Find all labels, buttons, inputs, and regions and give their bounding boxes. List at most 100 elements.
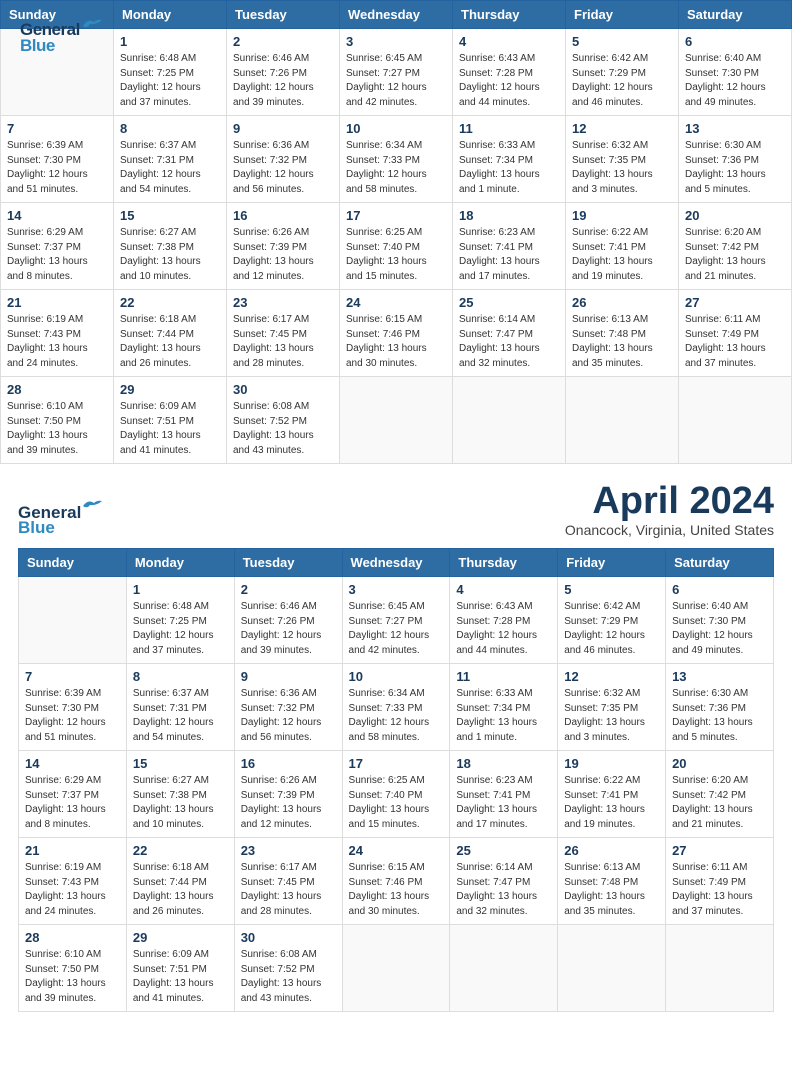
day-info: Sunrise: 6:46 AMSunset: 7:26 PMDaylight:…: [233, 52, 333, 110]
day-details: Sunrise: 6:36 AMSunset: 7:32 PMDaylight:…: [241, 687, 336, 745]
day-num: 15: [133, 756, 228, 771]
day-info: Sunrise: 6:10 AMSunset: 7:50 PMDaylight:…: [7, 400, 107, 458]
calendar-cell: 3Sunrise: 6:45 AMSunset: 7:27 PMDaylight…: [340, 29, 453, 116]
calendar-week-4: 21Sunrise: 6:19 AMSunset: 7:43 PMDayligh…: [1, 290, 792, 377]
calendar-cell: 29 Sunrise: 6:09 AMSunset: 7:51 PMDayligh…: [114, 377, 227, 464]
day-number: 18: [459, 208, 559, 223]
calendar-cell: [679, 377, 792, 464]
cal-cell: 1Sunrise: 6:48 AMSunset: 7:25 PMDaylight…: [126, 577, 234, 664]
day-details: Sunrise: 6:45 AMSunset: 7:27 PMDaylight:…: [349, 600, 444, 658]
location-subtitle: Onancock, Virginia, United States: [565, 522, 774, 538]
day-details: Sunrise: 6:08 AMSunset: 7:52 PMDaylight:…: [241, 948, 336, 1006]
day-num: 29: [133, 930, 228, 945]
day-details: Sunrise: 6:17 AMSunset: 7:45 PMDaylight:…: [241, 861, 336, 919]
cal-cell: 6Sunrise: 6:40 AMSunset: 7:30 PMDaylight…: [666, 577, 774, 664]
calendar-cell: 7Sunrise: 6:39 AMSunset: 7:30 PMDaylight…: [1, 116, 114, 203]
cal-cell: [558, 925, 666, 1012]
day-info: Sunrise: 6:29 AMSunset: 7:37 PMDaylight:…: [7, 226, 107, 284]
col-header-thursday: Thursday: [450, 549, 558, 577]
day-details: Sunrise: 6:18 AMSunset: 7:44 PMDaylight:…: [133, 861, 228, 919]
cal-cell: 18Sunrise: 6:23 AMSunset: 7:41 PMDayligh…: [450, 751, 558, 838]
day-details: Sunrise: 6:37 AMSunset: 7:31 PMDaylight:…: [133, 687, 228, 745]
cal-cell: 13Sunrise: 6:30 AMSunset: 7:36 PMDayligh…: [666, 664, 774, 751]
day-num: 1: [133, 582, 228, 597]
day-num: 22: [133, 843, 228, 858]
day-number: 16: [233, 208, 333, 223]
day-details: Sunrise: 6:15 AMSunset: 7:46 PMDaylight:…: [349, 861, 444, 919]
calendar-cell: 15Sunrise: 6:27 AMSunset: 7:38 PMDayligh…: [114, 203, 227, 290]
cal-cell: 29Sunrise: 6:09 AMSunset: 7:51 PMDayligh…: [126, 925, 234, 1012]
day-details: Sunrise: 6:39 AMSunset: 7:30 PMDaylight:…: [25, 687, 120, 745]
day-info: Sunrise: 6:27 AMSunset: 7:38 PMDaylight:…: [120, 226, 220, 284]
logo-bird-svg: [82, 17, 104, 32]
cal-cell: 21Sunrise: 6:19 AMSunset: 7:43 PMDayligh…: [19, 838, 127, 925]
calendar-cell: 8Sunrise: 6:37 AMSunset: 7:31 PMDaylight…: [114, 116, 227, 203]
cal-cell: 27Sunrise: 6:11 AMSunset: 7:49 PMDayligh…: [666, 838, 774, 925]
day-info: Sunrise: 6:08 AMSunset: 7:52 PMDaylight:…: [233, 400, 333, 458]
calendar-header-thursday: Thursday: [453, 1, 566, 29]
day-num: 2: [241, 582, 336, 597]
calendar-cell: 1Sunrise: 6:48 AMSunset: 7:25 PMDaylight…: [114, 29, 227, 116]
day-number: 29: [120, 382, 220, 397]
col-header-wednesday: Wednesday: [342, 549, 450, 577]
day-info: Sunrise: 6:36 AMSunset: 7:32 PMDaylight:…: [233, 139, 333, 197]
day-details: Sunrise: 6:14 AMSunset: 7:47 PMDaylight:…: [456, 861, 551, 919]
calendar-cell: 13 Sunrise: 6:30 AMSunset: 7:36 PMDayligh…: [679, 116, 792, 203]
day-details: Sunrise: 6:23 AMSunset: 7:41 PMDaylight:…: [456, 774, 551, 832]
calendar-week-3: 14Sunrise: 6:29 AMSunset: 7:37 PMDayligh…: [1, 203, 792, 290]
day-details: Sunrise: 6:20 AMSunset: 7:42 PMDaylight:…: [672, 774, 767, 832]
day-details: Sunrise: 6:43 AMSunset: 7:28 PMDaylight:…: [456, 600, 551, 658]
day-number: 22: [120, 295, 220, 310]
cal-cell: 14Sunrise: 6:29 AMSunset: 7:37 PMDayligh…: [19, 751, 127, 838]
calendar-cell: 26Sunrise: 6:13 AMSunset: 7:48 PMDayligh…: [566, 290, 679, 377]
cal-cell: 5Sunrise: 6:42 AMSunset: 7:29 PMDaylight…: [558, 577, 666, 664]
cal-cell: 11Sunrise: 6:33 AMSunset: 7:34 PMDayligh…: [450, 664, 558, 751]
cal-cell: [666, 925, 774, 1012]
day-info: Sunrise: 6:30 AMSunset: 7:36 PMDaylight:…: [685, 139, 785, 197]
cal-cell: 15 Sunrise: 6:27 AMSunset: 7:38 PMDayligh…: [126, 751, 234, 838]
day-info: Sunrise: 6:39 AMSunset: 7:30 PMDaylight:…: [7, 139, 107, 197]
calendar-header-friday: Friday: [566, 1, 679, 29]
day-details: Sunrise: 6:27 AMSunset: 7:38 PMDaylight:…: [133, 774, 228, 832]
day-number: 5: [572, 34, 672, 49]
cal-cell: 8 Sunrise: 6:37 AMSunset: 7:31 PMDaylight…: [126, 664, 234, 751]
day-num: 12: [564, 669, 659, 684]
cal-cell: 22 Sunrise: 6:18 AMSunset: 7:44 PMDayligh…: [126, 838, 234, 925]
calendar-cell: 5Sunrise: 6:42 AMSunset: 7:29 PMDaylight…: [566, 29, 679, 116]
calendar-cell: 9Sunrise: 6:36 AMSunset: 7:32 PMDaylight…: [227, 116, 340, 203]
day-details: Sunrise: 6:11 AMSunset: 7:49 PMDaylight:…: [672, 861, 767, 919]
day-details: Sunrise: 6:30 AMSunset: 7:36 PMDaylight:…: [672, 687, 767, 745]
calendar-week-1: 1Sunrise: 6:48 AMSunset: 7:25 PMDaylight…: [1, 29, 792, 116]
day-num: 3: [349, 582, 444, 597]
col-header-tuesday: Tuesday: [234, 549, 342, 577]
calendar-cell: [340, 377, 453, 464]
calendar-week-2: 7Sunrise: 6:39 AMSunset: 7:30 PMDaylight…: [1, 116, 792, 203]
page-wrapper: General Blue April 2024 Onancock, Virgin…: [0, 464, 792, 1076]
cal-cell: 17Sunrise: 6:25 AMSunset: 7:40 PMDayligh…: [342, 751, 450, 838]
calendar-header-row: SundayMondayTuesdayWednesdayThursdayFrid…: [1, 1, 792, 29]
day-info: Sunrise: 6:09 AMSunset: 7:51 PMDaylight:…: [120, 400, 220, 458]
calendar-cell: 18Sunrise: 6:23 AMSunset: 7:41 PMDayligh…: [453, 203, 566, 290]
cal-cell: 4Sunrise: 6:43 AMSunset: 7:28 PMDaylight…: [450, 577, 558, 664]
day-number: 25: [459, 295, 559, 310]
top-bar: General Blue April 2024 Onancock, Virgin…: [18, 482, 774, 538]
day-num: 14: [25, 756, 120, 771]
main-calendar-table: SundayMondayTuesdayWednesdayThursdayFrid…: [18, 548, 774, 1012]
calendar-header-monday: Monday: [114, 1, 227, 29]
calendar-cell: 2Sunrise: 6:46 AMSunset: 7:26 PMDaylight…: [227, 29, 340, 116]
cal-cell: 28Sunrise: 6:10 AMSunset: 7:50 PMDayligh…: [19, 925, 127, 1012]
day-number: 27: [685, 295, 785, 310]
day-number: 11: [459, 121, 559, 136]
day-num: 8: [133, 669, 228, 684]
day-info: Sunrise: 6:43 AMSunset: 7:28 PMDaylight:…: [459, 52, 559, 110]
calendar-cell: 28Sunrise: 6:10 AMSunset: 7:50 PMDayligh…: [1, 377, 114, 464]
main-header-row: SundayMondayTuesdayWednesdayThursdayFrid…: [19, 549, 774, 577]
day-num: 30: [241, 930, 336, 945]
week-row-1: 1Sunrise: 6:48 AMSunset: 7:25 PMDaylight…: [19, 577, 774, 664]
calendar-cell: 11Sunrise: 6:33 AMSunset: 7:34 PMDayligh…: [453, 116, 566, 203]
day-number: 13: [685, 121, 785, 136]
calendar-week-5: 28Sunrise: 6:10 AMSunset: 7:50 PMDayligh…: [1, 377, 792, 464]
day-info: Sunrise: 6:32 AMSunset: 7:35 PMDaylight:…: [572, 139, 672, 197]
day-num: 28: [25, 930, 120, 945]
day-num: 9: [241, 669, 336, 684]
